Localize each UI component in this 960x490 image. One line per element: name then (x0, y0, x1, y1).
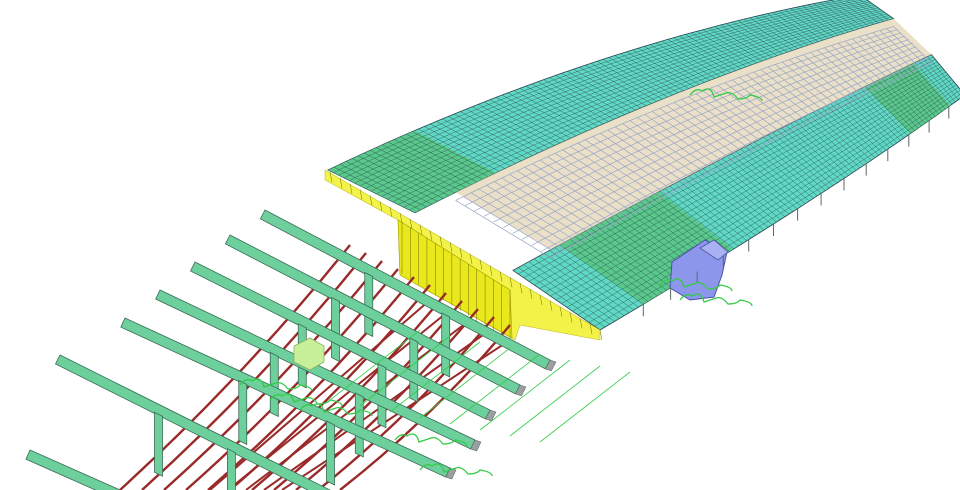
diaphragm-flange (120, 317, 451, 478)
diaphragm-web (227, 448, 236, 490)
diaphragm-web (154, 411, 163, 477)
tendon-guide-line (509, 365, 601, 437)
model-viewport[interactable] (0, 0, 960, 490)
diaphragm-web (238, 379, 248, 446)
diaphragm-flange (25, 449, 121, 490)
diaphragm-web (326, 420, 335, 486)
tendon-guide-line (479, 359, 571, 431)
diaphragm-web (364, 271, 374, 338)
diaphragm-frames (25, 209, 557, 490)
bridge-3d-model[interactable] (0, 0, 960, 490)
diaphragm-web (331, 296, 340, 363)
tendon-guide-line (539, 371, 631, 443)
